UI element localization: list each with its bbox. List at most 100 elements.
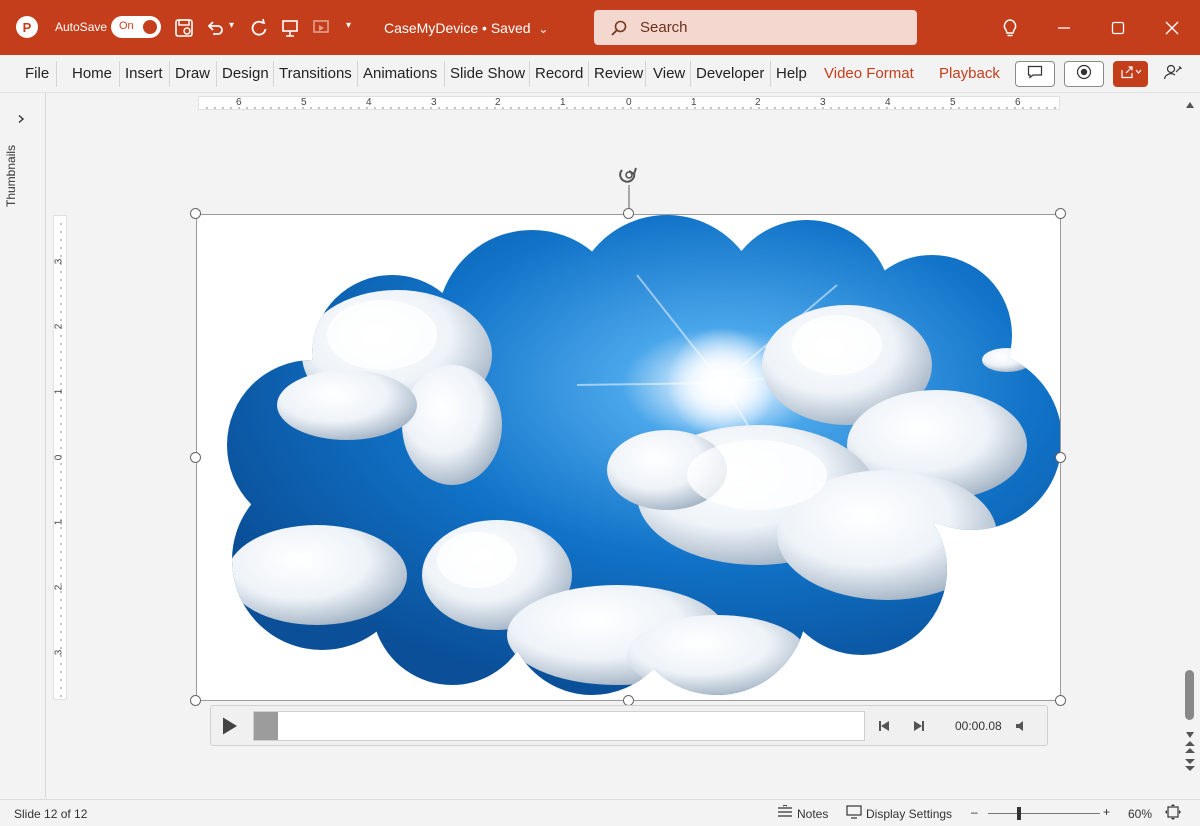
tab-transitions[interactable]: Transitions — [279, 65, 352, 82]
zoom-level[interactable]: 60% — [1128, 807, 1152, 821]
tab-view[interactable]: View — [653, 65, 685, 82]
ruler-number: 2 — [755, 97, 761, 108]
tab-review[interactable]: Review — [594, 65, 643, 82]
tab-playback[interactable]: Playback — [939, 65, 1000, 82]
tab-file[interactable]: File — [25, 65, 49, 82]
ruler-number: 1 — [53, 388, 65, 395]
play-icon[interactable] — [221, 716, 239, 741]
tab-help[interactable]: Help — [776, 65, 807, 82]
minimize-icon[interactable] — [1050, 14, 1078, 42]
notes-icon[interactable] — [777, 804, 793, 822]
tab-video-format[interactable]: Video Format — [824, 65, 914, 82]
ruler-number: 5 — [301, 97, 307, 108]
previous-slide-icon[interactable] — [1184, 740, 1196, 759]
tab-animations[interactable]: Animations — [363, 65, 437, 82]
resize-handle-top-right[interactable] — [1055, 208, 1066, 219]
next-slide-icon[interactable] — [1184, 758, 1196, 777]
notes-button[interactable]: Notes — [797, 807, 828, 821]
volume-icon[interactable] — [1014, 719, 1028, 738]
zoom-slider-track[interactable] — [988, 813, 1100, 814]
cloud-video-picture — [227, 215, 1060, 695]
video-frame[interactable] — [196, 214, 1061, 701]
vertical-scrollbar[interactable] — [1180, 93, 1200, 798]
toggle-knob — [143, 20, 157, 34]
document-title[interactable]: CaseMyDevice • Saved ⌄ — [384, 20, 548, 36]
skip-forward-icon[interactable] — [912, 719, 926, 738]
scroll-up-icon[interactable] — [1185, 96, 1195, 114]
tab-divider — [444, 61, 445, 87]
tab-divider — [169, 61, 170, 87]
comments-button[interactable] — [1015, 61, 1055, 87]
slideshow-icon[interactable] — [309, 16, 333, 40]
ruler-number: 0 — [626, 97, 632, 108]
undo-dropdown-icon[interactable]: ▾ — [229, 20, 234, 31]
tab-divider — [273, 61, 274, 87]
share-icon — [1120, 65, 1142, 84]
lightbulb-icon[interactable] — [996, 14, 1024, 42]
tab-draw[interactable]: Draw — [175, 65, 210, 82]
tab-divider — [357, 61, 358, 87]
tab-divider — [690, 61, 691, 87]
tab-divider — [216, 61, 217, 87]
status-bar: Slide 12 of 12 Notes Display Settings – … — [0, 799, 1200, 826]
tab-design[interactable]: Design — [222, 65, 269, 82]
skip-back-icon[interactable] — [877, 719, 891, 738]
save-icon[interactable] — [172, 16, 196, 40]
tab-slide-show[interactable]: Slide Show — [450, 65, 525, 82]
fit-slide-icon[interactable] — [1165, 804, 1181, 823]
resize-handle-bottom-right[interactable] — [1055, 695, 1066, 706]
coauthor-button[interactable] — [1160, 61, 1186, 87]
seek-bar-fill — [254, 712, 279, 740]
undo-icon[interactable] — [203, 16, 227, 40]
vertical-ruler: 3 2 1 0 1 2 3 — [53, 215, 67, 700]
title-bar: P AutoSave On ▾ ▾ CaseMyDevice • Saved ⌄… — [0, 0, 1200, 55]
powerpoint-logo-icon: P — [16, 16, 38, 38]
scrollbar-thumb[interactable] — [1185, 670, 1194, 720]
thumbnails-label[interactable]: Thumbnails — [4, 127, 18, 207]
ruler-number: 3 — [53, 649, 65, 656]
resize-handle-top-left[interactable] — [190, 208, 201, 219]
customize-toolbar-icon[interactable]: ▾ — [346, 20, 351, 31]
zoom-out-button[interactable]: – — [971, 805, 978, 819]
tab-divider — [56, 61, 57, 87]
tab-home[interactable]: Home — [72, 65, 112, 82]
thumbnails-pane[interactable]: Thumbnails — [0, 93, 46, 798]
zoom-slider-knob[interactable] — [1017, 807, 1021, 820]
ruler-number: 3 — [820, 97, 826, 108]
resize-handle-top[interactable] — [623, 208, 634, 219]
ruler-number: 4 — [366, 97, 372, 108]
resize-handle-bottom-left[interactable] — [190, 695, 201, 706]
zoom-in-button[interactable]: + — [1103, 805, 1110, 819]
autosave-label: AutoSave — [55, 20, 108, 34]
ruler-number: 4 — [885, 97, 891, 108]
resize-handle-right[interactable] — [1055, 452, 1066, 463]
display-settings-button[interactable]: Display Settings — [866, 807, 952, 821]
ruler-number: 5 — [950, 97, 956, 108]
share-button[interactable] — [1113, 61, 1148, 87]
media-controls: 00:00.08 — [210, 705, 1048, 746]
search-input[interactable]: Search — [594, 10, 917, 45]
ruler-number: 1 — [691, 97, 697, 108]
tab-divider — [529, 61, 530, 87]
ruler-number: 6 — [236, 97, 242, 108]
tab-developer[interactable]: Developer — [696, 65, 764, 82]
maximize-icon[interactable] — [1104, 14, 1132, 42]
autosave-toggle[interactable]: On — [111, 16, 161, 38]
ruler-number: 2 — [53, 323, 65, 330]
tab-record[interactable]: Record — [535, 65, 583, 82]
document-title-text: CaseMyDevice • Saved — [384, 20, 531, 36]
present-icon[interactable] — [278, 16, 302, 40]
record-icon — [1076, 64, 1092, 85]
tab-insert[interactable]: Insert — [125, 65, 163, 82]
resize-handle-left[interactable] — [190, 452, 201, 463]
close-icon[interactable] — [1158, 14, 1186, 42]
tab-divider — [588, 61, 589, 87]
ruler-number: 6 — [1015, 97, 1021, 108]
record-button[interactable] — [1064, 61, 1104, 87]
search-icon — [610, 19, 628, 42]
redo-icon[interactable] — [247, 16, 271, 40]
comment-icon — [1027, 65, 1043, 84]
seek-bar[interactable] — [253, 711, 865, 741]
horizontal-ruler: 6 5 4 3 2 1 0 1 2 3 4 5 6 — [198, 96, 1060, 110]
display-settings-icon[interactable] — [846, 805, 862, 822]
